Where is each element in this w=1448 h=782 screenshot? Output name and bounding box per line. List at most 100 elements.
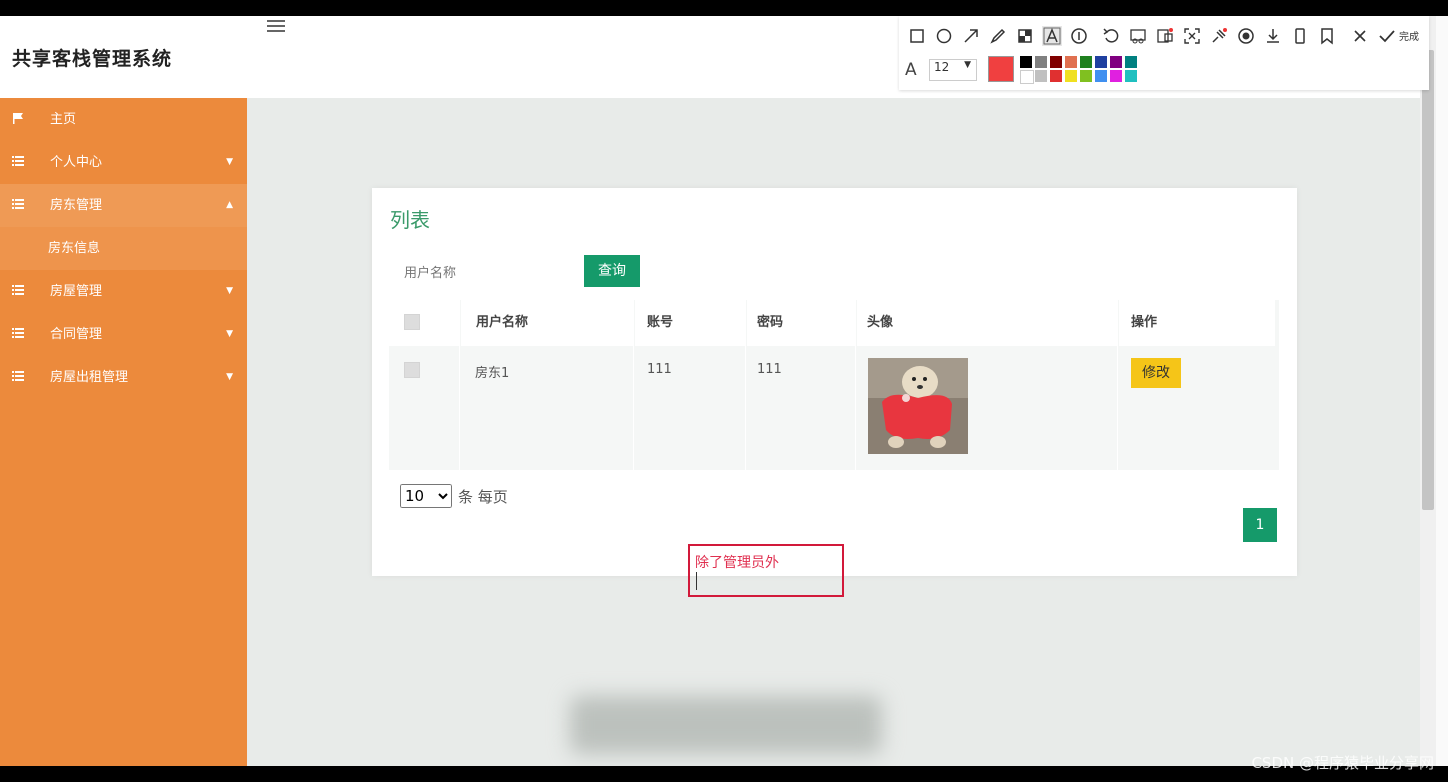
color-swatch[interactable] — [1125, 56, 1137, 68]
column-divider — [459, 300, 460, 470]
color-swatch[interactable] — [1080, 56, 1092, 68]
sidebar-item-home[interactable]: 主页 — [0, 98, 247, 141]
table-header-actions: 操作 — [1119, 300, 1275, 346]
column-divider — [855, 300, 856, 470]
arrow-icon[interactable] — [961, 26, 981, 46]
search-input[interactable] — [402, 256, 566, 290]
sidebar-item-rental-management[interactable]: 房屋出租管理 ▼ — [0, 356, 247, 399]
font-icon: A — [905, 60, 917, 80]
app-window: 共享客栈管理系统 主页 个人中心 ▼ 房东管理 ▲ 房东信息 房屋管理 ▼ 合同… — [0, 16, 1420, 766]
chevron-down-icon: ▼ — [226, 286, 233, 296]
close-icon[interactable] — [1350, 26, 1370, 46]
current-color-swatch[interactable] — [988, 56, 1014, 82]
sidebar-item-label: 房东管理 — [50, 198, 103, 213]
data-table: 用户名称 账号 密码 头像 操作 房东1 111 111 修改 — [389, 300, 1279, 470]
table-header-select — [389, 300, 459, 346]
color-swatch[interactable] — [1095, 56, 1107, 68]
edit-button[interactable]: 修改 — [1131, 358, 1181, 388]
sidebar-item-house-management[interactable]: 房屋管理 ▼ — [0, 270, 247, 313]
color-swatch[interactable] — [1125, 70, 1137, 82]
chevron-down-icon: ▼ — [226, 329, 233, 339]
color-swatch[interactable] — [1110, 70, 1122, 82]
search-button[interactable]: 查询 — [584, 255, 640, 287]
rectangle-icon[interactable] — [907, 26, 927, 46]
bookmark-icon[interactable] — [1317, 26, 1337, 46]
font-size-value: 12 — [934, 60, 950, 74]
color-swatch[interactable] — [1050, 56, 1062, 68]
list-icon — [12, 156, 24, 166]
text-cursor — [696, 572, 697, 590]
watermark: CSDN @程序猿毕业分享网 — [1251, 754, 1434, 772]
sidebar-item-label: 主页 — [50, 112, 77, 127]
color-swatch[interactable] — [1065, 70, 1077, 82]
screenshot-toolbar: 完成 A 12 ▼ — [899, 16, 1429, 90]
sidebar-item-label: 个人中心 — [50, 155, 103, 170]
sidebar-item-label: 房屋出租管理 — [50, 370, 129, 385]
page-title: 列表 — [390, 208, 430, 232]
avatar-image — [868, 358, 968, 454]
undo-icon[interactable] — [1101, 26, 1121, 46]
text-icon[interactable] — [1042, 26, 1062, 46]
font-size-select[interactable]: 12 ▼ — [929, 59, 977, 81]
record-icon[interactable] — [1236, 26, 1256, 46]
pen-icon[interactable] — [988, 26, 1008, 46]
column-divider — [1117, 300, 1118, 470]
color-swatch[interactable] — [1050, 70, 1062, 82]
column-divider — [633, 300, 634, 470]
table-header-username[interactable]: 用户名称 — [461, 300, 633, 346]
pagination-page-1[interactable]: 1 — [1243, 508, 1277, 542]
cut-icon[interactable] — [1128, 26, 1148, 46]
expand-icon[interactable] — [1182, 26, 1202, 46]
color-palette — [1020, 56, 1140, 84]
table-header-account[interactable]: 账号 — [635, 300, 745, 346]
list-icon — [12, 371, 24, 381]
app-title: 共享客栈管理系统 — [12, 48, 173, 70]
sidebar-item-personal-center[interactable]: 个人中心 ▼ — [0, 141, 247, 184]
cell-password: 111 — [757, 362, 782, 377]
ocr-icon[interactable] — [1155, 26, 1175, 46]
blurred-region — [570, 696, 882, 754]
chevron-up-icon: ▲ — [226, 200, 233, 210]
sidebar-item-contract-management[interactable]: 合同管理 ▼ — [0, 313, 247, 356]
cell-account: 111 — [647, 362, 672, 377]
color-swatch[interactable] — [1035, 56, 1047, 68]
table-header-avatar: 头像 — [857, 300, 1117, 346]
row-checkbox[interactable] — [404, 362, 420, 378]
done-button-label[interactable]: 完成 — [1399, 28, 1419, 43]
color-swatch[interactable] — [1110, 56, 1122, 68]
list-icon — [12, 285, 24, 295]
color-swatch[interactable] — [1065, 56, 1077, 68]
sidebar-item-label: 合同管理 — [50, 327, 103, 342]
color-swatch[interactable] — [1080, 70, 1092, 82]
scrollbar-thumb[interactable] — [1422, 50, 1434, 510]
download-icon[interactable] — [1263, 26, 1283, 46]
cell-username: 房东1 — [475, 366, 510, 381]
page-size-select[interactable]: 10 — [400, 484, 452, 508]
color-swatch[interactable] — [1095, 70, 1107, 82]
color-swatch[interactable] — [1035, 70, 1047, 82]
menu-toggle-icon[interactable] — [267, 20, 285, 32]
annotation-text: 除了管理员外 — [695, 555, 779, 571]
chevron-down-icon: ▼ — [226, 372, 233, 382]
chevron-down-icon: ▼ — [964, 60, 971, 70]
select-all-checkbox[interactable] — [404, 314, 420, 330]
mosaic-icon[interactable] — [1015, 26, 1035, 46]
circle-icon[interactable] — [934, 26, 954, 46]
check-icon[interactable] — [1377, 26, 1397, 46]
list-panel: 列表 查询 用户名称 账号 密码 头像 操作 房东1 111 111 — [372, 188, 1297, 576]
pin-icon[interactable] — [1209, 26, 1229, 46]
sidebar-item-landlord-management[interactable]: 房东管理 ▲ — [0, 184, 247, 227]
vertical-scrollbar[interactable] — [1420, 16, 1436, 766]
number-icon[interactable] — [1069, 26, 1089, 46]
column-divider — [745, 300, 746, 470]
screen-top-border — [0, 0, 1448, 16]
color-swatch[interactable] — [1020, 56, 1032, 68]
list-icon — [12, 328, 24, 338]
phone-icon[interactable] — [1290, 26, 1310, 46]
table-header-password[interactable]: 密码 — [747, 300, 855, 346]
sidebar-subitem-landlord-info[interactable]: 房东信息 — [0, 227, 247, 270]
screen-bottom-border — [0, 766, 1448, 782]
sidebar: 主页 个人中心 ▼ 房东管理 ▲ 房东信息 房屋管理 ▼ 合同管理 ▼ 房屋出租… — [0, 98, 247, 766]
color-swatch[interactable] — [1020, 70, 1034, 84]
annotation-textbox[interactable]: 除了管理员外 — [688, 544, 844, 597]
